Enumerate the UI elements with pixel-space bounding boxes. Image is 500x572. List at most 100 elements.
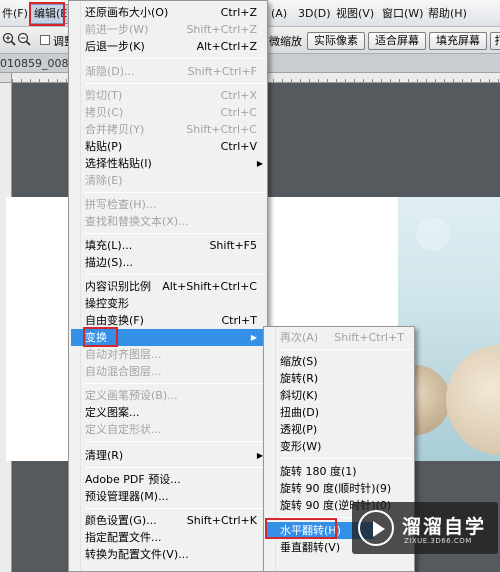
menu-item-rotate-90-cw[interactable]: 旋转 90 度(顺时针)(9) — [280, 480, 410, 497]
menu-item-fill[interactable]: 填充(L)... Shift+F5 — [85, 237, 263, 254]
menu-item-copy[interactable]: 拷贝(C) Ctrl+C — [85, 104, 263, 121]
menu-item-label: 操控变形 — [85, 297, 129, 310]
menu-item-distort[interactable]: 扭曲(D) — [280, 404, 410, 421]
menu-item-label: 垂直翻转(V) — [280, 541, 341, 554]
menu-item-pdf-presets[interactable]: Adobe PDF 预设... — [85, 471, 263, 488]
fit-screen-button[interactable]: 适合屏幕 — [368, 32, 426, 50]
menu-item-label: 旋转(R) — [280, 372, 319, 385]
menu-item-label: 内容识别比例 — [85, 280, 151, 293]
menu-item-skew[interactable]: 斜切(K) — [280, 387, 410, 404]
menu-item-label: 变换 — [85, 331, 107, 344]
menu-item-label: 后退一步(K) — [85, 40, 145, 53]
submenu-arrow-icon: ▶ — [250, 333, 257, 342]
menu-item-color-settings[interactable]: 颜色设置(G)... Shift+Ctrl+K — [85, 512, 263, 529]
play-logo-icon — [358, 510, 394, 546]
menu-item-find-replace[interactable]: 查找和替换文本(X)... — [85, 213, 263, 230]
menu-item-define-brush[interactable]: 定义画笔预设(B)... — [85, 387, 263, 404]
menu-item-shortcut: Shift+F5 — [209, 239, 257, 252]
menu-item-label: 清理(R) — [85, 449, 124, 462]
menu-3d[interactable]: 3D(D) — [298, 6, 331, 22]
menu-item-shortcut: Ctrl+T — [221, 314, 257, 327]
menu-item-label: 拼写检查(H)... — [85, 198, 157, 211]
menu-item-again[interactable]: 再次(A) Shift+Ctrl+T — [280, 329, 410, 346]
menu-item-label: 描边(S)... — [85, 256, 134, 269]
menu-item-perspective[interactable]: 透视(P) — [280, 421, 410, 438]
menu-item-paste-special[interactable]: 选择性粘贴(I) ▶ — [85, 155, 263, 172]
watermark-url: ZIXUE.3D66.COM — [404, 537, 472, 545]
menu-item-shortcut: Ctrl+Z — [220, 6, 257, 19]
menu-view[interactable]: 视图(V) — [336, 6, 374, 22]
watermark: 溜溜自学 ZIXUE.3D66.COM — [352, 502, 498, 554]
menu-item-define-shape[interactable]: 定义自定形状... — [85, 421, 263, 438]
menu-item-free-transform[interactable]: 自由变换(F) Ctrl+T — [85, 312, 263, 329]
menu-file[interactable]: 件(F) — [2, 6, 28, 22]
menu-item-auto-blend-layers[interactable]: 自动混合图层... — [85, 363, 263, 380]
menu-separator — [85, 383, 265, 384]
menu-item-shortcut: Ctrl+V — [220, 140, 257, 153]
shell-shape-right — [446, 345, 500, 455]
menu-item-label: 指定配置文件... — [85, 531, 162, 544]
menu-item-transform[interactable]: 变换 ▶ — [71, 329, 265, 346]
menu-separator — [85, 58, 265, 59]
print-size-button[interactable]: 打 — [490, 32, 500, 50]
menu-item-define-pattern[interactable]: 定义图案... — [85, 404, 263, 421]
menu-item-convert-profile[interactable]: 转换为配置文件(V)... — [85, 546, 263, 563]
menu-item-puppet-warp[interactable]: 操控变形 — [85, 295, 263, 312]
menu-item-label: 自动混合图层... — [85, 365, 162, 378]
submenu-arrow-icon: ▶ — [256, 159, 263, 168]
menu-item-step-backward[interactable]: 后退一步(K) Alt+Ctrl+Z — [85, 38, 263, 55]
menu-item-label: 定义图案... — [85, 406, 140, 419]
menu-item-scale[interactable]: 缩放(S) — [280, 353, 410, 370]
menu-item-warp[interactable]: 变形(W) — [280, 438, 410, 455]
fill-screen-button[interactable]: 填充屏幕 — [429, 32, 487, 50]
menu-item-shortcut: Shift+Ctrl+Z — [186, 23, 257, 36]
menu-item-purge[interactable]: 清理(R) ▶ — [85, 447, 263, 464]
menu-item-step-forward[interactable]: 前进一步(W) Shift+Ctrl+Z — [85, 21, 263, 38]
menu-separator — [85, 508, 265, 509]
menu-item-label: 清除(E) — [85, 174, 123, 187]
menu-item-shortcut: Ctrl+C — [220, 106, 257, 119]
menu-item-shortcut: Shift+Ctrl+F — [187, 65, 257, 78]
menu-item-label: 缩放(S) — [280, 355, 318, 368]
menu-item-preset-manager[interactable]: 预设管理器(M)... — [85, 488, 263, 505]
menu-item-undo[interactable]: 还原画布大小(O) Ctrl+Z — [85, 4, 263, 21]
starfish-shape — [416, 217, 450, 251]
menu-item-paste[interactable]: 粘贴(P) Ctrl+V — [85, 138, 263, 155]
menu-item-label: Adobe PDF 预设... — [85, 473, 181, 486]
menu-separator — [85, 441, 265, 442]
ruler-corner — [0, 73, 12, 83]
menu-item-stroke[interactable]: 描边(S)... — [85, 254, 263, 271]
menu-item-rotate-180[interactable]: 旋转 180 度(1) — [280, 463, 410, 480]
menu-window[interactable]: 窗口(W) — [382, 6, 423, 22]
menu-item-shortcut: Shift+Ctrl+T — [334, 331, 404, 344]
menu-item-label: 还原画布大小(O) — [85, 6, 169, 19]
menu-item-fade[interactable]: 渐隐(D)... Shift+Ctrl+F — [85, 63, 263, 80]
zoom-out-icon[interactable] — [17, 32, 31, 46]
menu-item-spell-check[interactable]: 拼写检查(H)... — [85, 196, 263, 213]
menu-item-label: 变形(W) — [280, 440, 322, 453]
menu-item-label: 前进一步(W) — [85, 23, 149, 36]
menu-item-label: 自由变换(F) — [85, 314, 144, 327]
menu-item-shortcut: Alt+Shift+Ctrl+C — [162, 280, 257, 293]
resize-windows-checkbox[interactable] — [40, 35, 50, 45]
menu-help[interactable]: 帮助(H) — [428, 6, 467, 22]
menu-item-cut[interactable]: 剪切(T) Ctrl+X — [85, 87, 263, 104]
menu-item-label: 斜切(K) — [280, 389, 318, 402]
menu-item-copy-merged[interactable]: 合并拷贝(Y) Shift+Ctrl+C — [85, 121, 263, 138]
menu-item-auto-align-layers[interactable]: 自动对齐图层... — [85, 346, 263, 363]
menu-item-label: 水平翻转(H) — [280, 524, 341, 537]
watermark-title: 溜溜自学 — [402, 516, 487, 538]
menu-separator — [85, 233, 265, 234]
menu-item-label: 定义自定形状... — [85, 423, 162, 436]
menu-item-content-aware-scale[interactable]: 内容识别比例 Alt+Shift+Ctrl+C — [85, 278, 263, 295]
edit-menu: 还原画布大小(O) Ctrl+Z 前进一步(W) Shift+Ctrl+Z 后退一步… — [68, 0, 268, 572]
menu-separator — [85, 192, 265, 193]
menu-analysis[interactable]: (A) — [271, 6, 287, 22]
menu-item-rotate[interactable]: 旋转(R) — [280, 370, 410, 387]
zoom-in-icon[interactable] — [2, 32, 16, 46]
menu-item-assign-profile[interactable]: 指定配置文件... — [85, 529, 263, 546]
menu-item-clear[interactable]: 清除(E) — [85, 172, 263, 189]
actual-pixels-button[interactable]: 实际像素 — [307, 32, 365, 50]
menu-item-label: 填充(L)... — [85, 239, 133, 252]
menu-item-label: 转换为配置文件(V)... — [85, 548, 189, 561]
